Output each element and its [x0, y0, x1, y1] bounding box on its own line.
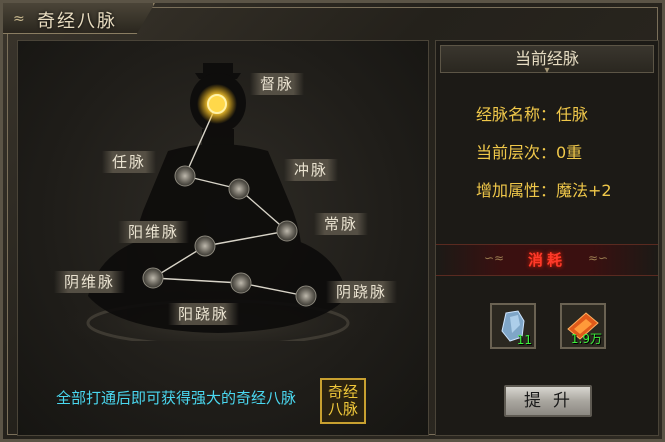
- meridian-map: 督脉 任脉 冲脉 常脉 阳维脉 阴维脉 阴跷脉 阳跷脉: [18, 41, 428, 341]
- meridian-level-row: 当前层次：0重: [476, 143, 583, 162]
- cost-item-scroll[interactable]: 1.9万: [560, 303, 606, 349]
- meridian-label-chong[interactable]: 冲脉: [284, 159, 339, 181]
- meridian-bonus-row: 增加属性：魔法+2: [476, 181, 612, 200]
- meridian-label-yinwei[interactable]: 阴维脉: [54, 271, 126, 293]
- meridian-window: ≈ 奇经八脉 督脉 任脉 冲脉 常脉 阳维脉 阴维脉 阴跷脉 阳跷脉 全部打通后…: [0, 0, 665, 442]
- meridian-label-yangwei[interactable]: 阳维脉: [118, 221, 190, 243]
- current-meridian-panel: 当前经脉 经脉名称：任脉 当前层次：0重 增加属性：魔法+2 ∽≈ 消耗 ≈∽ …: [435, 40, 659, 436]
- cost-item-crystal[interactable]: 11: [490, 303, 536, 349]
- meridian-label-du[interactable]: 督脉: [250, 73, 305, 95]
- crystal-count: 11: [516, 333, 532, 347]
- meridian-seal-badge[interactable]: 奇经八脉: [320, 378, 366, 424]
- consume-banner: ∽≈ 消耗 ≈∽: [436, 244, 658, 276]
- window-title: 奇经八脉: [37, 11, 117, 32]
- meridian-label-yinqiao[interactable]: 阴跷脉: [326, 281, 398, 303]
- meridian-map-panel: 督脉 任脉 冲脉 常脉 阳维脉 阴维脉 阴跷脉 阳跷脉 全部打通后即可获得强大的…: [17, 40, 429, 436]
- consume-label: 消耗: [527, 251, 566, 269]
- upgrade-button[interactable]: 提升: [504, 385, 592, 417]
- completion-hint: 全部打通后即可获得强大的奇经八脉: [56, 389, 297, 407]
- meridian-label-ren[interactable]: 任脉: [102, 151, 157, 173]
- node-du: [207, 94, 227, 114]
- current-meridian-header: 当前经脉: [440, 45, 654, 73]
- scroll-count: 1.9万: [570, 332, 602, 346]
- seal-text: 奇经八脉: [327, 383, 358, 418]
- ornament-right-icon: ≈∽: [588, 251, 609, 265]
- meridian-name-row: 经脉名称：任脉: [476, 105, 589, 124]
- meridian-label-chang[interactable]: 常脉: [314, 213, 369, 235]
- meridian-label-yangqiao[interactable]: 阳跷脉: [168, 303, 240, 325]
- title-ornament-icon: ≈: [13, 11, 25, 27]
